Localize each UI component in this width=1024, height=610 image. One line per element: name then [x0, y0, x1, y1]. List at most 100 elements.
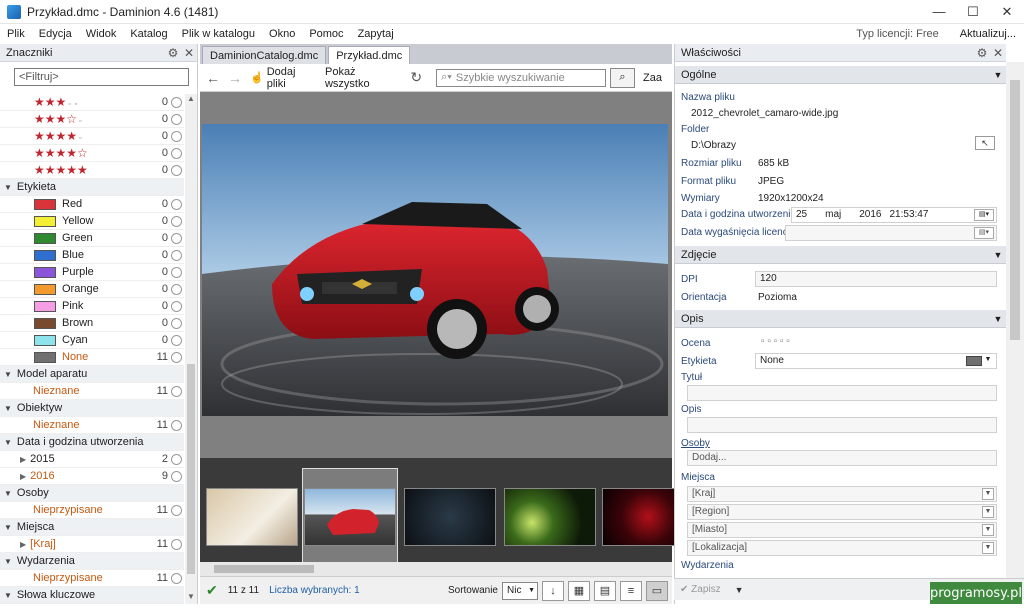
tags-scrollbar[interactable]: ▲ ▼: [185, 94, 197, 604]
label-purple[interactable]: Purple 0: [0, 264, 184, 281]
section-zdjecie[interactable]: Zdjęcie ▼: [675, 246, 1007, 264]
quick-search-input[interactable]: ⌕▾ Szybkie wyszukiwanie: [436, 68, 606, 87]
tree-group-etykieta[interactable]: ▼ Etykieta: [0, 179, 184, 196]
add-files-button[interactable]: ☝ Dodaj pliki: [250, 66, 315, 90]
tab-daminion-catalog[interactable]: DaminionCatalog.dmc: [202, 46, 327, 64]
gear-icon[interactable]: ⚙: [974, 46, 990, 60]
label-green[interactable]: Green 0: [0, 230, 184, 247]
events-label: Wydarzenia: [681, 560, 734, 571]
city-select[interactable]: [Miasto] ▼: [687, 522, 997, 538]
tree-group-wydarzenia[interactable]: ▼ Wydarzenia: [0, 553, 184, 570]
license-expire-field[interactable]: ▤▾: [785, 225, 997, 241]
tree-group-model[interactable]: ▼ Model aparatu: [0, 366, 184, 383]
menu-plik-w-katalogu[interactable]: Plik w katalogu: [175, 28, 262, 40]
check-icon[interactable]: ✔: [206, 582, 218, 599]
label-red[interactable]: Red 0: [0, 196, 184, 213]
tree-row-rating-3[interactable]: ★★★ ▫ ▫ 0: [0, 94, 184, 111]
scroll-down-icon[interactable]: ▼: [185, 592, 197, 604]
thumbnail-hexagons[interactable]: [402, 468, 498, 566]
menu-okno[interactable]: Okno: [262, 28, 302, 40]
thumbnail-car-selected[interactable]: [302, 468, 398, 566]
lens-unknown[interactable]: Nieznane 11: [0, 417, 184, 434]
tree-row-rating-3-5[interactable]: ★★★☆ ▫ 0: [0, 111, 184, 128]
people-field[interactable]: Dodaj...: [687, 450, 997, 466]
back-arrow-icon[interactable]: ←: [206, 70, 220, 86]
filmstrip-icon[interactable]: ▭: [646, 580, 668, 601]
menu-pomoc[interactable]: Pomoc: [302, 28, 350, 40]
section-ogolne[interactable]: Ogólne ▼: [675, 66, 1007, 84]
country-select[interactable]: [Kraj] ▼: [687, 486, 997, 502]
calendar-icon[interactable]: ▤▾: [974, 209, 994, 221]
created-datetime-field[interactable]: 25 maj 2016 21:53:47 ▤▾: [791, 207, 997, 223]
tree-group-osoby[interactable]: ▼ Osoby: [0, 485, 184, 502]
tree-row-rating-4[interactable]: ★★★★ ▫ 0: [0, 128, 184, 145]
menu-edycja[interactable]: Edycja: [32, 28, 79, 40]
save-button[interactable]: ✔ Zapisz: [680, 584, 721, 595]
label-blue[interactable]: Blue 0: [0, 247, 184, 264]
grid-icon[interactable]: ▤: [594, 580, 616, 601]
filter-input[interactable]: <Filtruj>: [14, 68, 189, 86]
large-grid-icon[interactable]: ▦: [568, 580, 590, 601]
label-cyan[interactable]: Cyan 0: [0, 332, 184, 349]
open-folder-icon[interactable]: ↖: [975, 136, 995, 150]
people-unassigned[interactable]: Nieprzypisane 11: [0, 502, 184, 519]
menu-katalog[interactable]: Katalog: [123, 28, 174, 40]
menu-zapytaj[interactable]: Zapytaj: [351, 28, 401, 40]
size-label: Rozmiar pliku: [681, 158, 742, 169]
section-opis[interactable]: Opis ▼: [675, 310, 1007, 328]
events-unassigned[interactable]: Nieprzypisane 11: [0, 570, 184, 587]
sort-direction-icon[interactable]: ↓: [542, 580, 564, 601]
location-select[interactable]: [Lokalizacja] ▼: [687, 540, 997, 556]
properties-scrollbar[interactable]: [1006, 62, 1024, 582]
tree-row-rating-4-5[interactable]: ★★★★☆ 0: [0, 145, 184, 162]
thumbnail-image: [206, 488, 298, 546]
list-icon[interactable]: ≡: [620, 580, 642, 601]
catalog-tabs: DaminionCatalog.dmc Przykład.dmc: [200, 44, 672, 64]
gear-icon[interactable]: ⚙: [165, 46, 181, 60]
tab-przyklad[interactable]: Przykład.dmc: [328, 46, 411, 64]
forward-arrow-icon[interactable]: →: [228, 70, 242, 86]
close-button[interactable]: ✕: [990, 0, 1024, 24]
scroll-up-icon[interactable]: ▲: [185, 94, 197, 106]
tree-group-obiektyw[interactable]: ▼ Obiektyw: [0, 400, 184, 417]
region-select[interactable]: [Region] ▼: [687, 504, 997, 520]
label-pink[interactable]: Pink 0: [0, 298, 184, 315]
thumbnail-green[interactable]: [502, 468, 598, 566]
label-yellow[interactable]: Yellow 0: [0, 213, 184, 230]
title-field[interactable]: [687, 385, 997, 401]
thumbnail-bathroom[interactable]: [204, 468, 300, 566]
tree-group-date[interactable]: ▼ Data i godzina utworzenia: [0, 434, 184, 451]
model-unknown[interactable]: Nieznane 11: [0, 383, 184, 400]
update-link[interactable]: Aktualizuj...: [953, 28, 1024, 40]
show-all-button[interactable]: Pokaż wszystko: [325, 66, 400, 90]
tree-group-keywords[interactable]: ▼ Słowa kluczowe: [0, 587, 184, 604]
label-select[interactable]: None ▼: [755, 353, 997, 369]
browser-toolbar: ← → ☝ Dodaj pliki Pokaż wszystko ↻ ⌕▾ Szyb…: [200, 64, 672, 92]
label-orange[interactable]: Orange 0: [0, 281, 184, 298]
places-country[interactable]: ▶ [Kraj] 11: [0, 536, 184, 553]
tree-row-rating-5[interactable]: ★★★★★ 0: [0, 162, 184, 179]
scroll-thumb[interactable]: [187, 364, 195, 574]
label-brown[interactable]: Brown 0: [0, 315, 184, 332]
maximize-button[interactable]: ☐: [956, 0, 990, 24]
dpi-field[interactable]: 120: [755, 271, 997, 287]
close-icon[interactable]: ✕: [181, 46, 197, 60]
save-dropdown-icon[interactable]: ▼: [735, 585, 744, 595]
menu-plik[interactable]: Plik: [0, 28, 32, 40]
people-label[interactable]: Osoby: [681, 438, 710, 449]
thumbnail-scrollbar[interactable]: [200, 562, 672, 576]
label-none[interactable]: None 11: [0, 349, 184, 366]
year-2016[interactable]: ▶ 2016 9: [0, 468, 184, 485]
close-icon[interactable]: ✕: [990, 46, 1006, 60]
search-button[interactable]: ⌕: [609, 67, 636, 88]
sort-select[interactable]: Nic ▼: [502, 581, 538, 600]
refresh-icon[interactable]: ↻: [410, 69, 422, 86]
menu-widok[interactable]: Widok: [79, 28, 124, 40]
zoom-label[interactable]: Zaa: [643, 72, 662, 84]
tree-group-miejsca[interactable]: ▼ Miejsca: [0, 519, 184, 536]
year-2015[interactable]: ▶ 2015 2: [0, 451, 184, 468]
calendar-icon[interactable]: ▤▾: [974, 227, 994, 239]
rating-stars[interactable]: ▫ ▫ ▫ ▫ ▫: [761, 336, 790, 347]
minimize-button[interactable]: —: [922, 0, 956, 24]
description-field[interactable]: [687, 417, 997, 433]
